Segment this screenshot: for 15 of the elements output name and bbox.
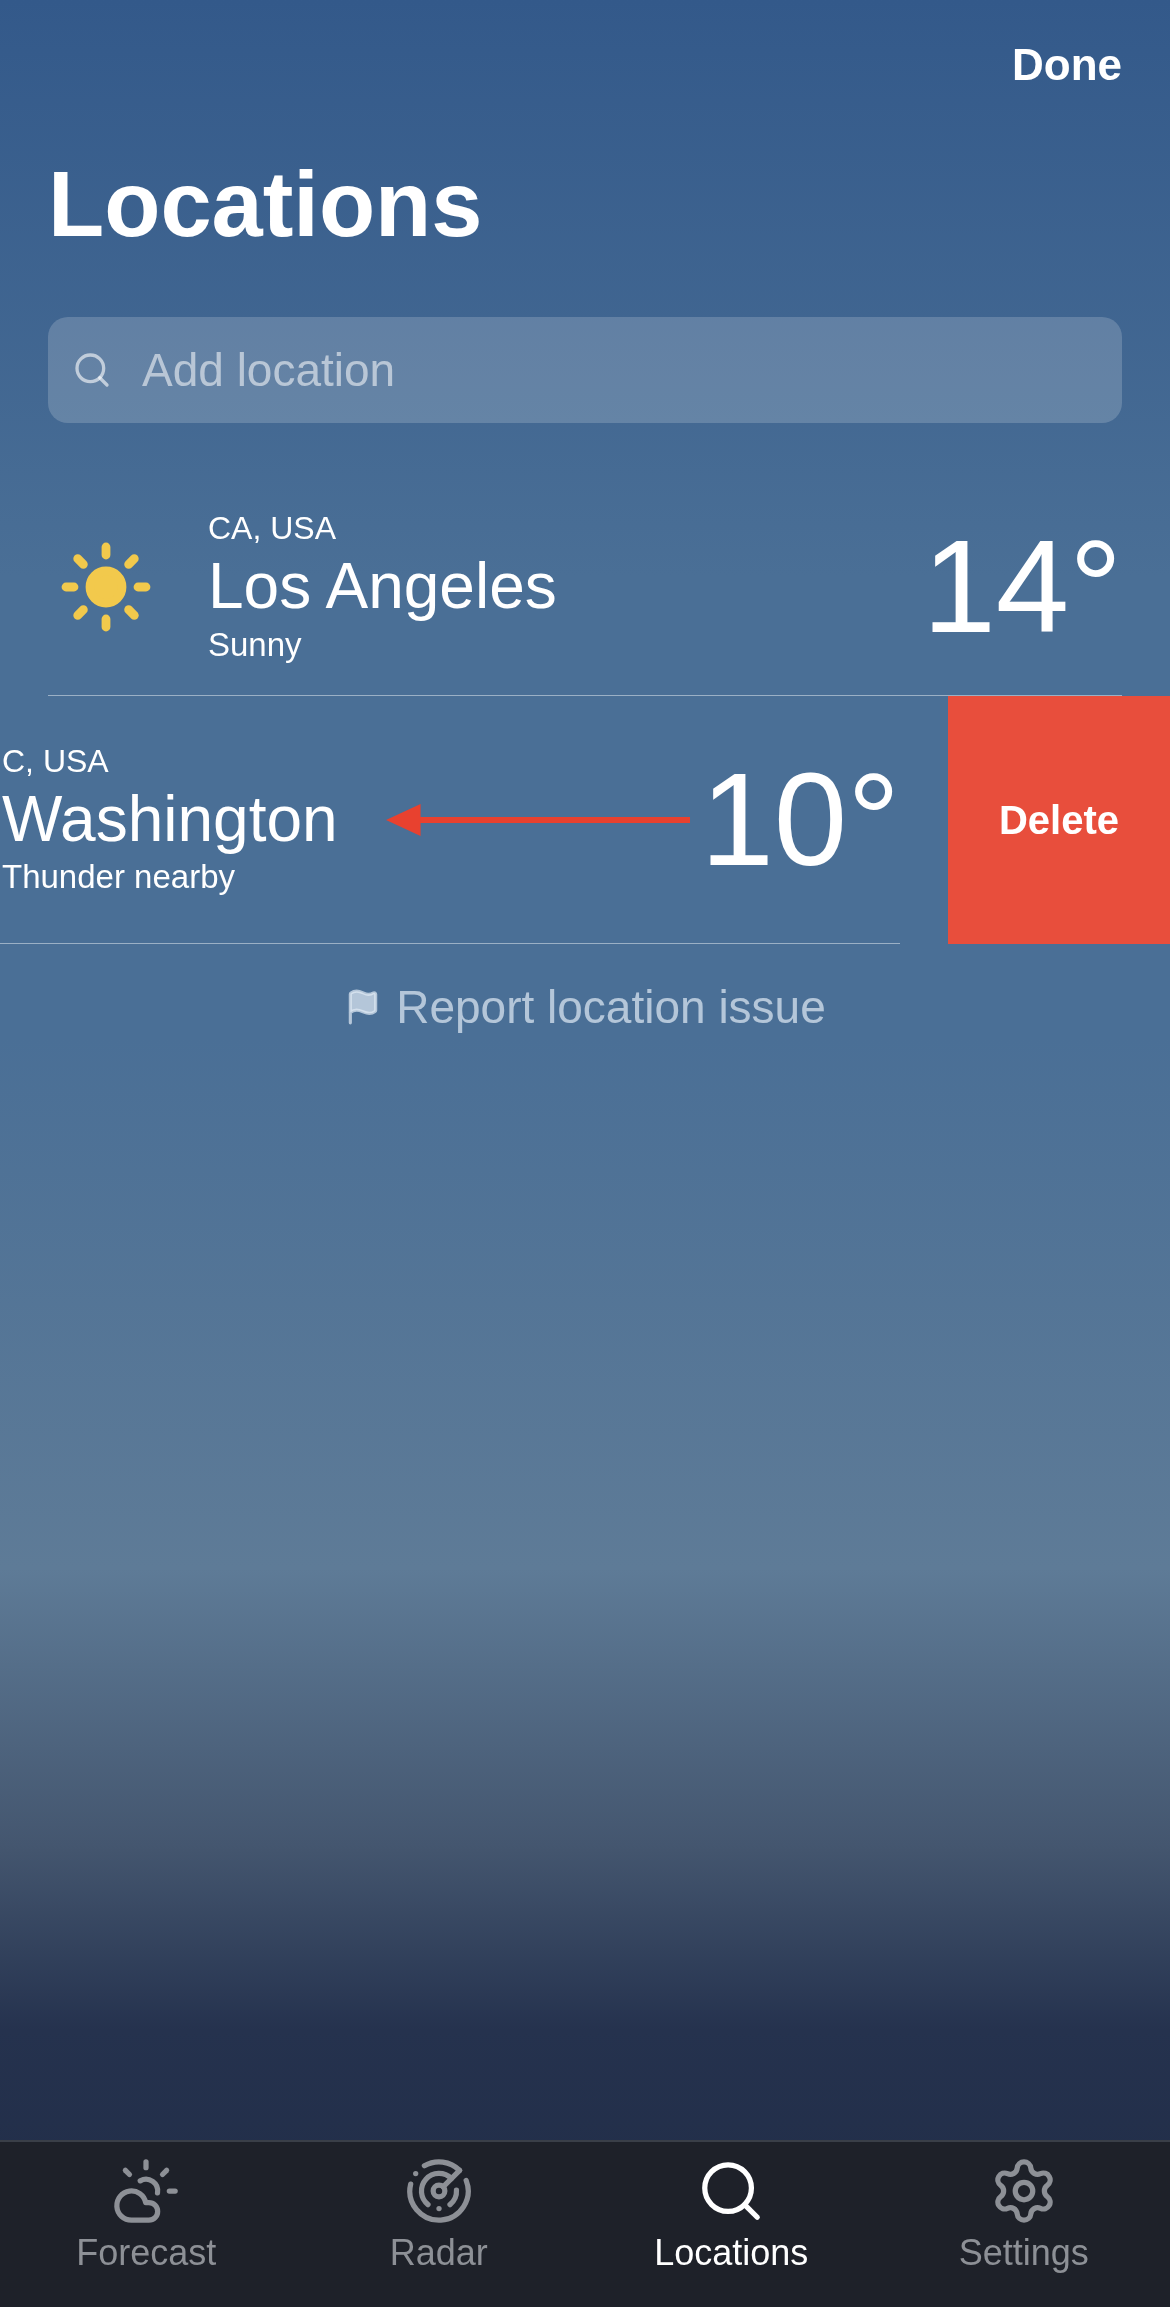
page-title: Locations (48, 154, 484, 256)
tab[interactable]: Settings (877, 2142, 1170, 2307)
location-region: C, USA (2, 743, 110, 780)
done-button[interactable]: Done (1012, 40, 1122, 90)
delete-button[interactable]: Delete (948, 696, 1170, 945)
tab[interactable]: Locations (585, 2142, 878, 2307)
location-temperature: 10° (700, 753, 900, 886)
location-city: Los Angeles (208, 551, 557, 622)
location-city: Washington (2, 784, 338, 855)
tab[interactable]: Forecast (0, 2142, 293, 2307)
location-region: CA, USA (208, 510, 338, 548)
location-condition: Sunny (208, 625, 303, 664)
tab[interactable]: Radar (292, 2142, 585, 2307)
location-temperature: 14° (922, 521, 1122, 654)
location-condition: Thunder nearby (2, 858, 236, 897)
